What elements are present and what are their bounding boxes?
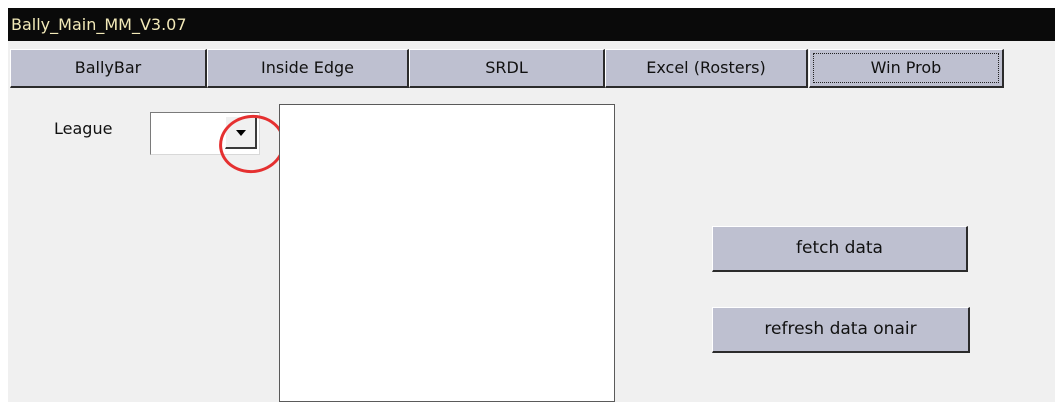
fetch-data-button[interactable]: fetch data <box>712 226 968 272</box>
tab-label: Inside Edge <box>261 58 354 77</box>
tab-label: BallyBar <box>74 58 142 77</box>
refresh-data-label: refresh data onair <box>764 319 917 339</box>
tab-win-prob[interactable]: Win Prob <box>809 49 1004 88</box>
league-list-box[interactable] <box>279 104 615 402</box>
tab-label: Win Prob <box>870 58 942 77</box>
tab-inside-edge[interactable]: Inside Edge <box>207 49 409 88</box>
chevron-down-icon <box>236 130 246 136</box>
app-window: Bally_Main_MM_V3.07 BallyBar Inside Edge… <box>8 8 1055 402</box>
league-dropdown[interactable] <box>150 112 260 155</box>
tab-excel-rosters[interactable]: Excel (Rosters) <box>605 49 808 88</box>
league-label: League <box>54 119 113 138</box>
tab-label: Excel (Rosters) <box>646 58 766 77</box>
refresh-data-onair-button[interactable]: refresh data onair <box>712 307 970 353</box>
tab-ballybar[interactable]: BallyBar <box>10 49 207 88</box>
window-title: Bally_Main_MM_V3.07 <box>11 15 187 34</box>
title-bar[interactable]: Bally_Main_MM_V3.07 <box>8 8 1055 41</box>
fetch-data-label: fetch data <box>796 238 883 258</box>
tab-srdl[interactable]: SRDL <box>409 49 605 88</box>
tab-label: SRDL <box>485 58 528 77</box>
league-dropdown-button[interactable] <box>225 116 257 149</box>
